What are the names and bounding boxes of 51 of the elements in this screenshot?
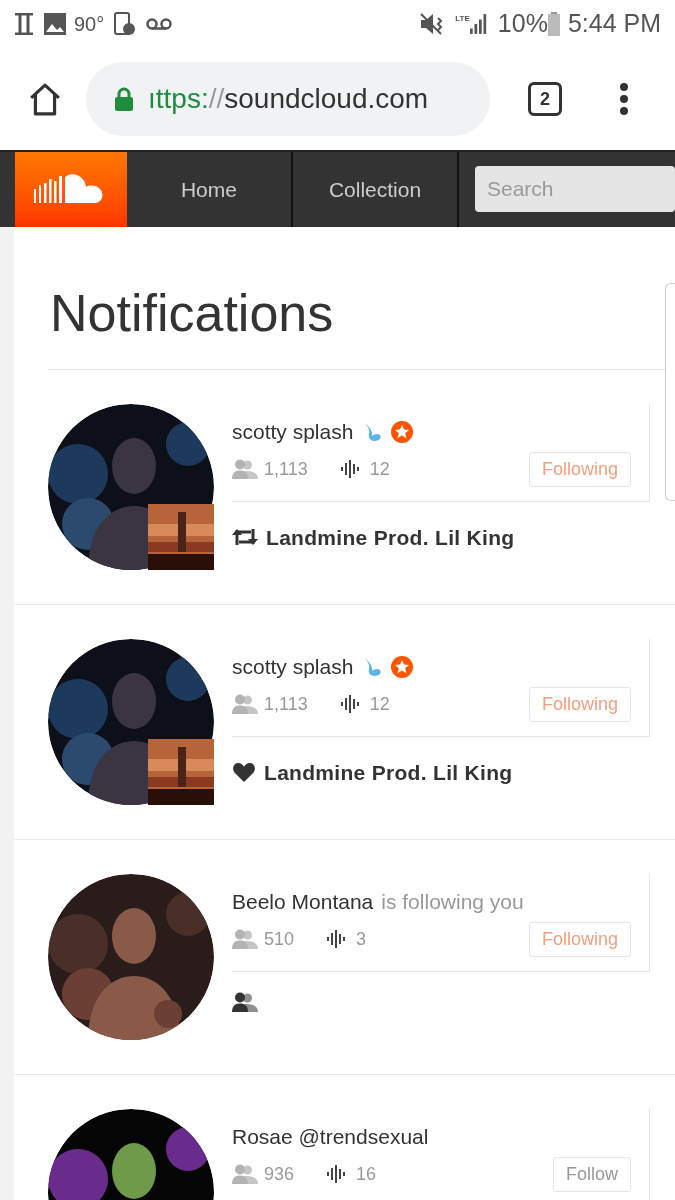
track-count: 12: [369, 692, 390, 716]
page-title: Notifications: [50, 283, 334, 344]
gemini-icon: [14, 13, 34, 35]
network-type: LTE: [455, 15, 470, 23]
url-separator: //: [208, 82, 225, 116]
waveform-icon: [326, 1165, 347, 1183]
track-title[interactable]: Landmine Prod. Lil King: [266, 521, 515, 553]
follower-count: 1,113: [264, 692, 308, 716]
address-bar[interactable]: ıttps://soundcloud.com: [86, 62, 490, 136]
track-count: 3: [356, 927, 367, 951]
follower-count: 1,113: [264, 457, 308, 481]
home-icon[interactable]: [28, 82, 62, 116]
waveform-icon: [326, 930, 347, 948]
battery-percent: 10%: [497, 8, 548, 40]
temperature: 90°: [74, 12, 105, 37]
more-menu-icon[interactable]: [620, 83, 628, 115]
users-icon: [232, 929, 258, 949]
tab-count-button[interactable]: 2: [528, 82, 562, 116]
clock: 5:44 PM: [567, 8, 661, 40]
heart-icon: [232, 761, 256, 783]
battery-icon: [547, 12, 560, 36]
track-title[interactable]: Landmine Prod. Lil King: [264, 756, 513, 788]
track-count: 16: [356, 1162, 377, 1186]
logo-tile[interactable]: [15, 152, 127, 227]
follow-notice: is following you: [381, 889, 524, 915]
url-scheme: ıttps:: [148, 82, 209, 116]
user-name[interactable]: Beelo Montana: [232, 886, 374, 918]
follower-count: 510: [264, 927, 295, 951]
url-host: soundcloud.com: [224, 82, 429, 116]
users-icon: [232, 459, 258, 479]
follower-count: 936: [264, 1162, 295, 1186]
voicemail-icon: [146, 17, 173, 31]
star-badge-icon: [391, 655, 414, 678]
user-name[interactable]: Rosae @trendsexual: [232, 1121, 429, 1153]
image-icon: [44, 13, 66, 35]
waveform-icon: [339, 460, 360, 478]
repost-icon: [232, 527, 258, 548]
users-icon: [232, 1164, 258, 1184]
waveform-icon: [339, 695, 360, 713]
star-badge-icon: [391, 420, 414, 443]
user-name[interactable]: scotty splash: [232, 651, 354, 683]
user-name[interactable]: scotty splash: [232, 416, 354, 448]
users-icon: [232, 991, 258, 1012]
users-icon: [232, 694, 258, 714]
nav-tab[interactable]: Home: [126, 152, 293, 227]
phone-clock-icon: [114, 12, 137, 36]
nav-tab[interactable]: Collection: [292, 152, 459, 227]
track-count: 12: [369, 457, 390, 481]
search-field[interactable]: Search: [475, 166, 675, 212]
signal-icon: [469, 13, 488, 35]
lock-icon: [114, 87, 134, 111]
